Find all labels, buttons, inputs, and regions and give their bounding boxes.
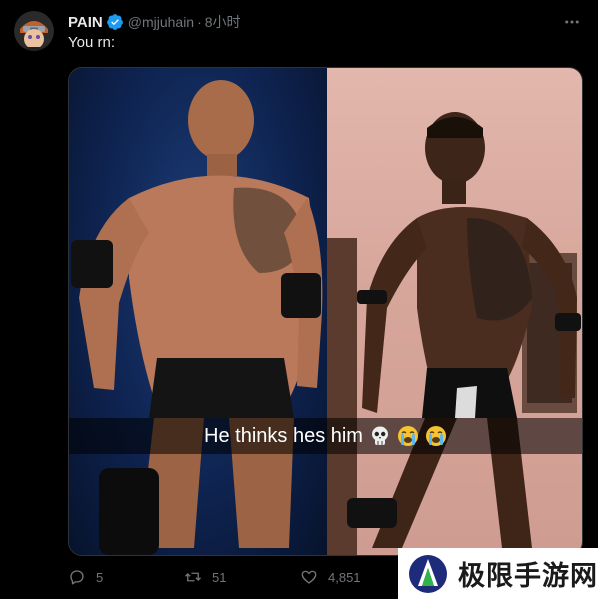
tweet[interactable]: PAIN @mjjuhain · 8小时 You rn: He thinks h… — [0, 0, 598, 599]
site-watermark: 极限手游网 — [398, 548, 598, 599]
tweet-header: PAIN @mjjuhain · 8小时 — [68, 12, 241, 32]
avatar[interactable] — [14, 11, 54, 51]
watermark-logo-icon — [409, 554, 447, 593]
tweet-media[interactable]: He thinks hes him — [68, 67, 583, 556]
like-button[interactable]: 4,851 — [300, 567, 361, 587]
media-left-photo — [69, 68, 327, 555]
tweet-text: You rn: — [68, 34, 115, 51]
retweet-icon — [185, 572, 201, 582]
reply-button[interactable]: 5 — [68, 567, 103, 587]
avatar-image — [14, 11, 54, 51]
tweet-actions: 5 51 4,851 — [68, 567, 398, 587]
skull-emoji-icon — [369, 425, 391, 447]
timestamp[interactable]: 8小时 — [205, 12, 241, 32]
caption-text: He thinks hes him — [204, 424, 363, 447]
reply-icon — [70, 570, 84, 585]
more-horizontal-icon — [565, 20, 579, 24]
reply-count: 5 — [96, 569, 104, 585]
wrestler-figure-left — [71, 80, 323, 555]
watermark-text: 极限手游网 — [458, 561, 598, 592]
author-handle[interactable]: @mjjuhain — [128, 14, 194, 30]
separator-dot: · — [197, 14, 202, 30]
more-options-button[interactable] — [562, 12, 582, 32]
like-count: 4,851 — [328, 569, 361, 585]
retweet-button[interactable]: 51 — [184, 567, 226, 587]
retweet-count: 51 — [212, 569, 227, 585]
heart-icon — [301, 570, 317, 584]
media-right-photo — [327, 68, 582, 555]
loudly-crying-emoji-icon — [425, 425, 447, 447]
verified-badge-icon — [106, 13, 124, 31]
wrestler-figure-right — [327, 112, 581, 555]
snapchat-caption: He thinks hes him — [69, 418, 582, 454]
display-name[interactable]: PAIN — [68, 14, 103, 31]
loudly-crying-emoji-icon — [397, 425, 419, 447]
